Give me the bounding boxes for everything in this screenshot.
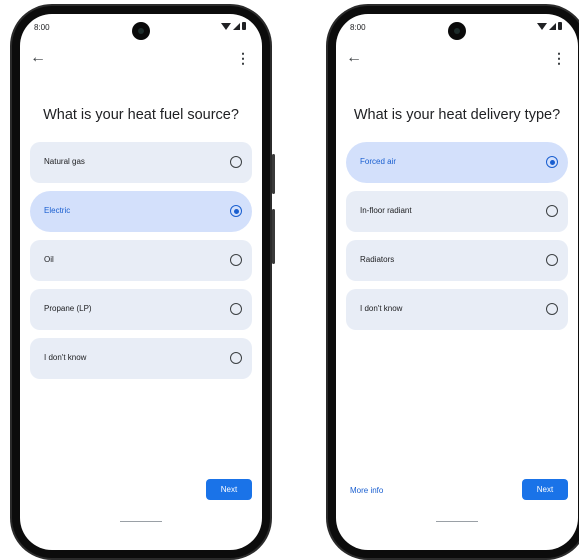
signal-icon bbox=[549, 22, 556, 30]
more-vert-icon[interactable]: ⋮ bbox=[236, 48, 250, 68]
top-app-bar: ← ⋮ bbox=[346, 48, 566, 68]
option-label: Natural gas bbox=[44, 157, 85, 166]
option-dont-know[interactable]: I don't know bbox=[346, 289, 568, 330]
phone-delivery-type: 8:00 ← ⋮ What is your heat delivery type… bbox=[326, 4, 579, 560]
more-vert-icon[interactable]: ⋮ bbox=[552, 48, 566, 68]
status-time: 8:00 bbox=[350, 23, 366, 32]
radio-selected-icon[interactable] bbox=[546, 156, 558, 168]
phone-fuel-source: 8:00 ← ⋮ What is your heat fuel source? … bbox=[10, 4, 275, 560]
volume-button bbox=[272, 209, 275, 264]
status-icons bbox=[221, 22, 246, 30]
wifi-icon bbox=[537, 22, 547, 30]
radio-selected-icon[interactable] bbox=[230, 205, 242, 217]
page-title: What is your heat delivery type? bbox=[353, 107, 561, 123]
option-label: Forced air bbox=[360, 157, 397, 166]
power-button bbox=[272, 154, 275, 194]
top-app-bar: ← ⋮ bbox=[30, 48, 250, 68]
radio-icon[interactable] bbox=[230, 352, 242, 364]
option-label: In-floor radiant bbox=[360, 206, 412, 215]
home-indicator[interactable] bbox=[436, 521, 478, 522]
option-propane[interactable]: Propane (LP) bbox=[30, 289, 252, 330]
radio-icon[interactable] bbox=[230, 156, 242, 168]
option-dont-know[interactable]: I don't know bbox=[30, 338, 252, 379]
back-arrow-icon[interactable]: ← bbox=[30, 48, 46, 68]
battery-icon bbox=[558, 22, 562, 30]
page-title: What is your heat fuel source? bbox=[43, 107, 239, 123]
option-in-floor-radiant[interactable]: In-floor radiant bbox=[346, 191, 568, 232]
delivery-type-options: Forced air In-floor radiant Radiators I … bbox=[346, 142, 568, 338]
option-label: I don't know bbox=[44, 353, 87, 362]
option-label: Oil bbox=[44, 255, 54, 264]
back-arrow-icon[interactable]: ← bbox=[346, 48, 362, 68]
battery-icon bbox=[242, 22, 246, 30]
wifi-icon bbox=[221, 22, 231, 30]
signal-icon bbox=[233, 22, 240, 30]
option-radiators[interactable]: Radiators bbox=[346, 240, 568, 281]
home-indicator[interactable] bbox=[120, 521, 162, 522]
option-label: Radiators bbox=[360, 255, 395, 264]
radio-icon[interactable] bbox=[230, 303, 242, 315]
next-button[interactable]: Next bbox=[522, 479, 568, 500]
radio-icon[interactable] bbox=[546, 254, 558, 266]
radio-icon[interactable] bbox=[546, 303, 558, 315]
option-oil[interactable]: Oil bbox=[30, 240, 252, 281]
next-button[interactable]: Next bbox=[206, 479, 252, 500]
status-time: 8:00 bbox=[34, 23, 50, 32]
option-label: Electric bbox=[44, 206, 71, 215]
option-label: I don't know bbox=[360, 304, 403, 313]
option-electric[interactable]: Electric bbox=[30, 191, 252, 232]
fuel-source-options: Natural gas Electric Oil Propane (LP) I … bbox=[30, 142, 252, 387]
radio-icon[interactable] bbox=[230, 254, 242, 266]
status-bar: 8:00 bbox=[34, 22, 246, 36]
option-natural-gas[interactable]: Natural gas bbox=[30, 142, 252, 183]
more-info-link[interactable]: More info bbox=[350, 486, 383, 495]
status-bar: 8:00 bbox=[350, 22, 562, 36]
status-icons bbox=[537, 22, 562, 30]
radio-icon[interactable] bbox=[546, 205, 558, 217]
option-forced-air[interactable]: Forced air bbox=[346, 142, 568, 183]
option-label: Propane (LP) bbox=[44, 304, 92, 313]
screen: 8:00 ← ⋮ What is your heat fuel source? … bbox=[20, 14, 262, 550]
screen: 8:00 ← ⋮ What is your heat delivery type… bbox=[336, 14, 578, 550]
